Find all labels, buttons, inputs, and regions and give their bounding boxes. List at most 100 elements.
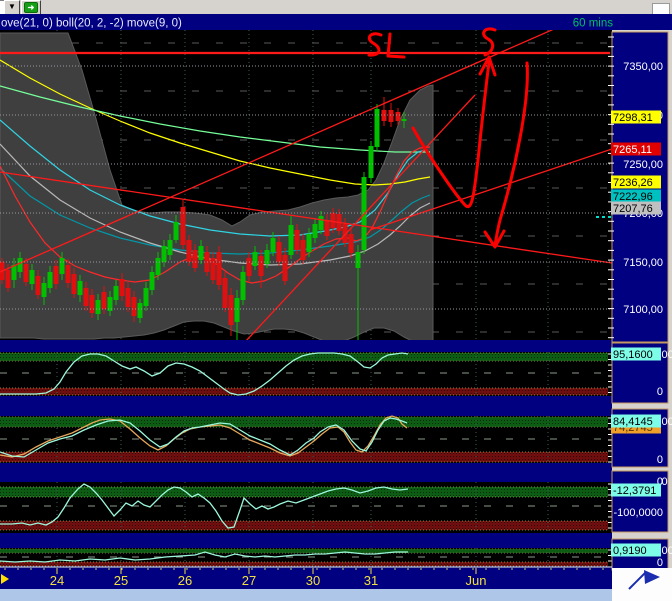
candle [229,295,234,325]
candle [199,246,204,260]
candle [90,295,95,313]
candle [319,216,324,230]
indicator-tag-value: -12,3791 [613,485,656,497]
price-tag-value: 7236,26 [613,177,653,189]
price-tag-value: 7207,76 [613,203,653,215]
price-tag-value: 7298,31 [613,112,653,124]
candle [138,303,143,318]
date-label: 27 [242,573,256,588]
date-label: 25 [114,573,128,588]
candle [211,258,216,280]
price-tag-value: 7265,11 [613,144,652,156]
candle [18,258,23,272]
indicator-panels [0,340,613,589]
price-label: 7350,00 [623,61,663,73]
bottom-right-corner [612,568,672,601]
candle [313,224,318,238]
horizontal-scrollbar[interactable] [0,589,612,601]
price-label: 7150,00 [623,257,663,269]
axis-label-peek: 000 [662,545,672,557]
candle [126,288,131,307]
price-tag: 7222,96 [611,190,661,204]
indicator-panel-2 [0,416,613,463]
candle [72,274,77,294]
indicator-panel-4 [0,548,613,566]
candle [277,242,282,262]
candle [301,240,306,260]
candle [295,230,300,250]
candle [66,265,71,283]
candle [193,250,198,268]
candle [162,246,167,262]
candle [132,297,137,316]
candle [24,264,29,282]
candle [253,252,258,266]
candle [271,238,276,252]
indicator-settings-label: ove(21, 0) boll(20, 2, -2) move(9, 0) [1,18,182,30]
candle [6,270,11,288]
candle [30,270,35,284]
overbought-zone-texture [0,549,608,553]
candle [144,288,149,306]
indicator-axis-panel-2: 074,274584,414500 [611,409,672,467]
indicator-axis-label: 0 [657,557,663,569]
candle [60,258,65,274]
oversold-zone-texture [0,521,608,530]
price-tag-value: 7222,96 [613,191,653,203]
candle [42,283,47,297]
candle [307,234,312,252]
candle [102,292,107,309]
candlestick-chart[interactable] [0,22,615,344]
date-label: 31 [364,573,378,588]
indicator-panel-3 [0,482,613,533]
indicator-axis-label: 0 [657,454,663,466]
candle [283,255,288,281]
candle [325,220,330,236]
price-tag: 7298,31 [611,111,661,125]
candle [168,240,173,255]
date-label: 30 [306,573,320,588]
indicator-panel-1 [0,352,613,396]
indicator-tag-value: 84,4145 [613,416,653,428]
candle [241,272,246,300]
oversold-zone-texture [0,562,608,566]
price-tag: 7236,26 [611,176,661,190]
indicator-axis-panel-3: 0-100,0000-12,37910 [611,471,668,532]
candle [48,272,53,288]
chart-surface: ove(21, 0) boll(20, 2, -2) move(9, 0) 60… [0,0,672,601]
candle [96,300,101,314]
axes: 7350,007300,007250,007200,007150,007100,… [608,32,672,570]
indicator-axis-panel-1: 0 95,1600 00 [611,343,672,403]
date-label: Jun [466,573,487,588]
candle [150,272,155,290]
candle [114,286,119,300]
candle [247,258,252,276]
indicator-axis-panel-4: 00,9190000 [611,539,672,570]
candle [349,234,354,253]
date-label: 26 [178,573,192,588]
oversold-zone-texture [0,388,608,395]
price-label: 7250,00 [623,159,663,171]
candle [396,112,401,121]
candle [120,279,125,296]
candle [369,146,374,178]
price-label: 7100,00 [623,304,663,316]
indicator-axis-label: 0 [657,386,663,398]
trading-app-window: ▼ ➜ ove(21, 0) boll(20, 2, -2) move(9, 0… [0,0,672,601]
date-label: 24 [50,573,64,588]
candle [289,225,294,255]
candle [235,298,240,322]
axis-label-peek: 00 [662,349,672,361]
candle [36,276,41,295]
candle [389,110,394,122]
indicator-tag-value: 95,1600 [613,349,653,361]
candle [259,256,264,276]
axis-label-peek: 00 [662,416,672,428]
overbought-zone-texture [0,417,608,427]
candle [187,240,192,262]
candle [78,281,83,295]
candle [331,213,336,228]
candle [217,252,222,285]
candle [174,222,179,240]
price-tag: 7207,76 [611,202,661,216]
